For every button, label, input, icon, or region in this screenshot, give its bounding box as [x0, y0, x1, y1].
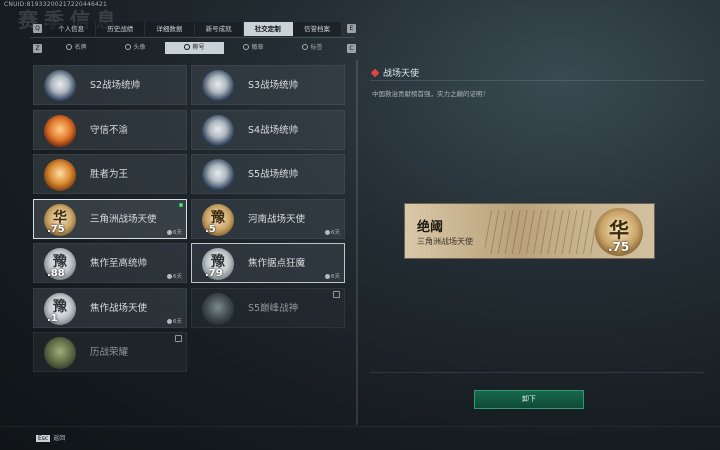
bottom-divider: [370, 372, 705, 373]
title-name: 河南战场天使: [248, 213, 306, 225]
title-name: 三角洲战场天使: [90, 213, 157, 225]
diamond-icon: [370, 68, 380, 78]
tag-icon: [302, 44, 309, 50]
subtab-right-key[interactable]: C: [347, 44, 356, 53]
title-badge-icon: [202, 292, 234, 325]
plate-sub-text: 三角洲战场天使: [417, 237, 473, 246]
title-badge-icon: [44, 70, 76, 102]
tab-personal-info[interactable]: 个人信息: [47, 22, 97, 36]
unequip-button[interactable]: 卸下: [474, 390, 584, 409]
rank-number: .88: [47, 268, 65, 279]
title-name: S4战场统帅: [248, 124, 299, 136]
title-badge-icon: [202, 114, 234, 147]
title-card[interactable]: 豫焦作至高统帅 .88 6天: [33, 243, 187, 283]
footer-divider: [0, 426, 720, 427]
expiry-timer: 6天: [167, 228, 182, 236]
badge-icon: [243, 44, 250, 50]
tab-right-key[interactable]: E: [347, 24, 356, 33]
expiry-timer: 6天: [325, 228, 340, 236]
expiry-timer: 6天: [325, 272, 340, 280]
title-card[interactable]: S4战场统帅: [191, 109, 345, 150]
title-name: S5巅峰战神: [248, 302, 299, 314]
title-badge-icon: [44, 159, 76, 191]
sub-tabs: 名牌 头像 称号 徽章 标签: [47, 42, 342, 54]
title-name: 胜者为王: [90, 169, 129, 180]
great-wall-art: [485, 210, 595, 254]
title-card[interactable]: 豫焦作战场天使 .1 6天: [33, 287, 187, 328]
expiry-timer: 6天: [167, 272, 182, 280]
detail-title: 战场天使: [370, 66, 419, 79]
rank-number: .75: [47, 223, 65, 235]
title-badge-icon: [202, 70, 234, 102]
title-card[interactable]: S5战场统帅: [191, 154, 345, 194]
title-name: 焦作战场天使: [90, 302, 148, 314]
lock-icon: [175, 335, 182, 342]
plate-main-text: 绝阈: [417, 220, 444, 235]
top-tabs: 个人信息 历史战绩 详细数据 新号成就 社交定制 信誉档案: [47, 22, 343, 36]
rank-number: .79: [205, 268, 223, 279]
subtab-title[interactable]: 称号: [165, 42, 224, 54]
rank-number: .5: [205, 223, 216, 235]
detail-description: 中国救治贡献榜首强，实力之巅的证明！: [372, 90, 489, 98]
title-card[interactable]: 胜者为王: [33, 154, 187, 194]
tab-history[interactable]: 历史战绩: [96, 22, 146, 36]
list-scrollbar[interactable]: [356, 60, 358, 425]
title-icon: [184, 44, 191, 50]
subtab-badge[interactable]: 徽章: [224, 42, 283, 54]
title-name: S5战场统帅: [248, 169, 299, 180]
clock-icon: [167, 274, 172, 279]
title-card[interactable]: 豫河南战场天使 .5 6天: [191, 198, 345, 239]
title-card[interactable]: 华三角洲战场天使 .75 6天: [33, 198, 187, 239]
lock-icon: [333, 290, 340, 298]
rank-number: .1: [47, 312, 58, 324]
title-card[interactable]: 守信不渝: [33, 109, 187, 150]
new-indicator-dot: [179, 202, 183, 207]
tab-reputation[interactable]: 信誉档案: [292, 22, 343, 36]
title-preview-plate: 绝阈 三角洲战场天使 华 .75: [404, 203, 655, 259]
title-list: S2战场统帅 S3战场统帅 守信不渝 S4战场统帅 胜者为王 S5战场统帅华三角洲战场天使…: [30, 60, 355, 425]
subtab-left-key[interactable]: Z: [33, 44, 42, 53]
clock-icon: [325, 274, 330, 279]
subtab-nameplate[interactable]: 名牌: [47, 42, 106, 54]
tab-left-key[interactable]: Q: [33, 24, 42, 33]
title-name: 焦作至高统帅: [90, 258, 148, 269]
title-name: S2战场统帅: [90, 80, 141, 91]
subtab-avatar[interactable]: 头像: [106, 42, 165, 54]
tab-social-custom[interactable]: 社交定制: [243, 22, 293, 36]
title-name: 历战荣耀: [90, 347, 129, 358]
title-name: 焦作据点狂魔: [248, 258, 306, 269]
title-name: S3战场统帅: [248, 80, 299, 91]
plate-rank-number: .75: [608, 240, 630, 254]
clock-icon: [325, 229, 330, 235]
title-name: 守信不渝: [90, 124, 129, 136]
expiry-timer: 6天: [167, 317, 182, 325]
avatar-icon: [125, 44, 132, 50]
title-badge-icon: [44, 114, 76, 147]
title-card[interactable]: S3战场统帅: [191, 65, 345, 105]
tab-achievements[interactable]: 新号成就: [194, 22, 244, 36]
title-card[interactable]: 历战荣耀: [33, 332, 187, 372]
title-card[interactable]: S5巅峰战神: [191, 287, 345, 328]
clock-icon: [167, 318, 172, 324]
back-hint[interactable]: Esc 返回: [36, 433, 65, 442]
subtab-tag[interactable]: 标签: [283, 42, 342, 54]
title-card[interactable]: S2战场统帅: [33, 65, 187, 105]
detail-divider: [370, 80, 705, 81]
tab-divider: [30, 37, 355, 38]
esc-key: Esc: [36, 435, 51, 442]
nameplate-icon: [66, 44, 73, 50]
tab-detailed-data[interactable]: 详细数据: [145, 22, 195, 36]
clock-icon: [167, 229, 172, 235]
title-badge-icon: [44, 337, 76, 369]
title-card[interactable]: 豫焦作据点狂魔 .79 6天: [191, 243, 345, 283]
title-badge-icon: [202, 159, 234, 191]
